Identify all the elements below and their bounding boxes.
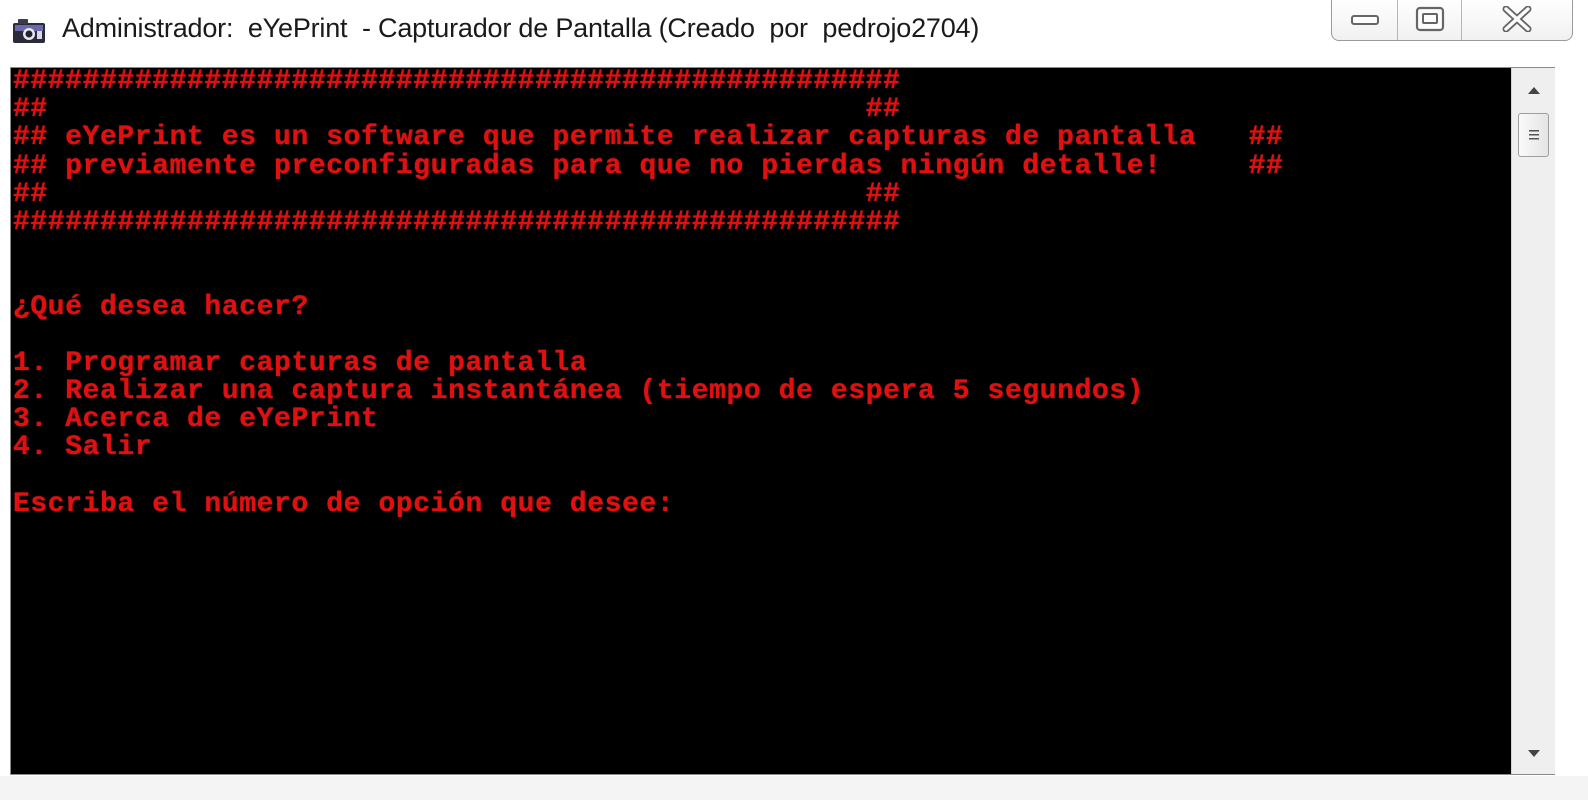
- scroll-thumb-grip-icon: [1528, 130, 1539, 140]
- maximize-button[interactable]: [1398, 0, 1462, 40]
- close-button[interactable]: [1462, 0, 1572, 40]
- menu-question: ¿Qué desea hacer?: [13, 291, 309, 323]
- menu-option-2: 2. Realizar una captura instantánea (tie…: [13, 376, 1145, 408]
- banner-empty-line: ## ##: [13, 94, 901, 126]
- console-output[interactable]: ########################################…: [11, 68, 1511, 774]
- scroll-up-button[interactable]: [1512, 72, 1555, 108]
- vertical-scrollbar[interactable]: [1511, 68, 1555, 774]
- banner-empty-line: ## ##: [13, 178, 901, 210]
- scroll-thumb[interactable]: [1518, 113, 1549, 157]
- title-bar[interactable]: Administrador: eYePrint - Capturador de …: [0, 0, 1588, 62]
- camera-icon: [13, 19, 45, 43]
- minimize-icon: [1350, 15, 1379, 25]
- banner-description-line-1: ## eYePrint es un software que permite r…: [13, 122, 1284, 154]
- maximize-icon: [1415, 6, 1444, 32]
- menu-option-3: 3. Acerca de eYePrint: [13, 404, 379, 436]
- console-text: ########################################…: [13, 68, 1283, 519]
- minimize-button[interactable]: [1332, 0, 1399, 40]
- console-window: ########################################…: [10, 67, 1555, 775]
- banner-border-bottom: ########################################…: [13, 206, 901, 238]
- banner-description-line-2: ## previamente preconfiguradas para que …: [13, 150, 1284, 182]
- close-icon: [1502, 6, 1532, 32]
- scroll-down-button[interactable]: [1512, 736, 1555, 772]
- menu-option-1: 1. Programar capturas de pantalla: [13, 347, 588, 379]
- window-controls: [1331, 0, 1573, 41]
- banner-border-top: ########################################…: [13, 68, 901, 97]
- menu-option-4: 4. Salir: [13, 432, 153, 464]
- scroll-up-arrow-icon: [1527, 87, 1540, 94]
- scroll-down-arrow-icon: [1527, 750, 1540, 757]
- window-bottom-edge: [0, 776, 1588, 800]
- window-title: Administrador: eYePrint - Capturador de …: [62, 13, 980, 43]
- option-prompt: Escriba el número de opción que desee:: [13, 488, 675, 520]
- option-prompt-line: Escriba el número de opción que desee:: [13, 488, 1283, 520]
